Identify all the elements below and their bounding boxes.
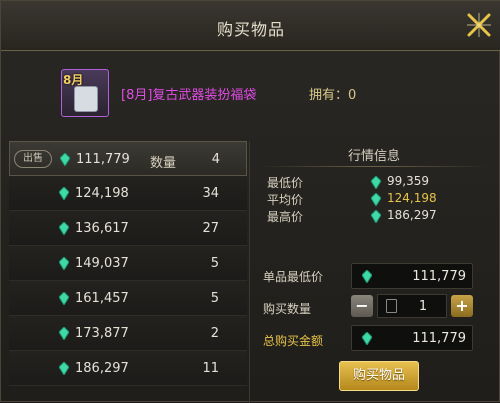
listing-price: 136,617 (75, 221, 129, 236)
gem-icon (58, 186, 70, 204)
min-price-row: 最低价 99,359 (267, 174, 487, 192)
quantity-label: 数量 (150, 156, 177, 171)
increase-qty-button[interactable]: + (451, 295, 473, 317)
listing-price: 124,198 (75, 186, 129, 201)
gem-icon (58, 256, 70, 274)
listing-price: 111,779 (76, 152, 130, 167)
purchase-dialog: 购买物品 8月 [8月]复古武器装扮福袋 拥有：0 出售 111,779 数量 … (0, 0, 500, 403)
divider (249, 141, 250, 403)
listing-qty: 5 (210, 256, 219, 271)
sale-tag: 出售 (14, 150, 52, 168)
market-title: 行情信息 (347, 149, 400, 164)
quantity-value: 1 (418, 299, 428, 314)
gem-icon (58, 361, 70, 379)
listing-row[interactable]: 149,037 5 (9, 246, 247, 281)
total-price-field: 111,779 (351, 325, 473, 351)
listing-row[interactable]: 出售 111,779 数量 4 (9, 141, 247, 176)
listing-qty: 2 (210, 326, 219, 341)
min-price-label: 最低价 (267, 176, 304, 190)
gem-icon (361, 331, 373, 349)
max-price-row: 最高价 186,297 (267, 208, 487, 226)
close-icon[interactable] (463, 9, 495, 41)
max-price-value: 186,297 (387, 208, 437, 222)
gem-icon (58, 326, 70, 344)
listing-qty: 4 (211, 152, 220, 167)
avg-price-row: 平均价 124,198 (267, 191, 487, 209)
listing-price: 173,877 (75, 326, 129, 341)
avg-price-label: 平均价 (267, 193, 304, 207)
listing-qty: 27 (202, 221, 219, 236)
unit-min-price-value: 111,779 (412, 269, 466, 284)
lucky-bag-icon[interactable]: 8月 (61, 69, 109, 117)
total-label: 总购买金额 (263, 334, 324, 348)
gem-icon (370, 192, 382, 209)
listing-row[interactable]: 186,297 11 (9, 351, 247, 386)
quantity-stepper[interactable]: 1 (377, 294, 447, 318)
gem-icon (370, 209, 382, 226)
listing-price: 149,037 (75, 256, 129, 271)
dialog-title: 购买物品 (216, 20, 285, 39)
avg-price-value: 124,198 (387, 191, 437, 205)
buy-button[interactable]: 购买物品 (339, 361, 419, 391)
listing-qty: 5 (210, 291, 219, 306)
item-name: [8月]复古武器装扮福袋 (121, 88, 257, 103)
gem-icon (59, 152, 71, 170)
gem-icon (58, 221, 70, 239)
bag-icon (74, 86, 98, 112)
max-price-label: 最高价 (267, 210, 304, 224)
purchase-form: 单品最低价 111,779 购买数量 − 1 + 总购买金额 111,779 购… (259, 261, 489, 403)
listing-list: 出售 111,779 数量 4 124,198 34 136,617 27 14… (9, 141, 247, 403)
listing-qty: 11 (202, 361, 219, 376)
calculator-icon[interactable] (386, 299, 397, 313)
gem-icon (370, 175, 382, 192)
owned-count: 拥有：0 (309, 88, 357, 103)
listing-price: 161,457 (75, 291, 129, 306)
listing-qty: 34 (202, 186, 219, 201)
gem-icon (58, 291, 70, 309)
listing-row[interactable]: 173,877 2 (9, 316, 247, 351)
market-divider (259, 166, 489, 167)
decrease-qty-button[interactable]: − (351, 295, 373, 317)
total-price-value: 111,779 (412, 331, 466, 346)
market-info-panel: 行情信息 最低价 99,359 平均价 124,198 最高价 186,297 (259, 141, 489, 241)
listing-row[interactable]: 124,198 34 (9, 176, 247, 211)
buy-qty-label: 购买数量 (263, 302, 312, 316)
item-row: 8月 [8月]复古武器装扮福袋 拥有：0 (57, 67, 477, 119)
listing-row[interactable]: 136,617 27 (9, 211, 247, 246)
unit-min-label: 单品最低价 (263, 270, 324, 284)
listing-row[interactable]: 161,457 5 (9, 281, 247, 316)
title-bar: 购买物品 (1, 1, 500, 51)
min-price-value: 99,359 (387, 174, 429, 188)
listing-price: 186,297 (75, 361, 129, 376)
unit-min-price-field: 111,779 (351, 263, 473, 289)
gem-icon (361, 269, 373, 287)
